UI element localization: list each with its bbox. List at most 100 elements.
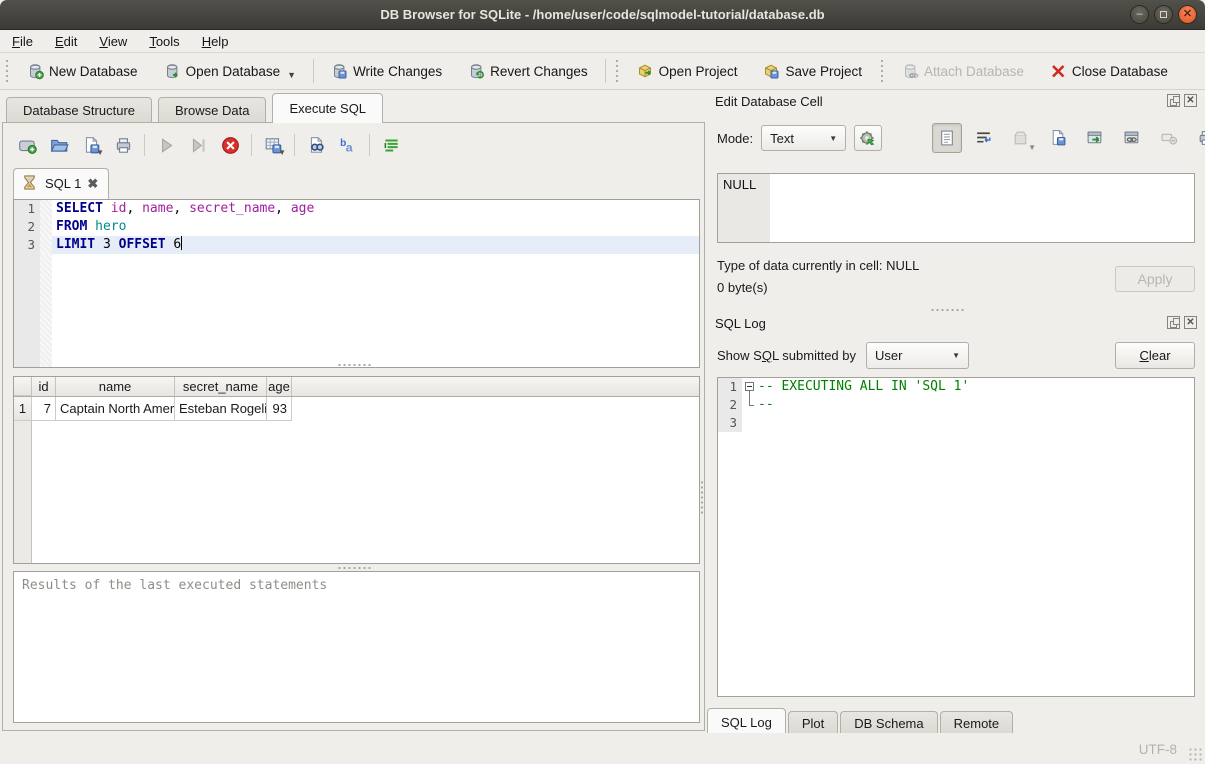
- maximize-button[interactable]: [1154, 5, 1173, 24]
- menu-tools[interactable]: Tools: [149, 34, 179, 49]
- word-wrap-button[interactable]: [969, 123, 999, 153]
- mode-select[interactable]: Text ▼: [761, 125, 846, 151]
- table-row[interactable]: 17Captain North AmericaEsteban Rogelios9…: [14, 397, 699, 421]
- log-filter-select[interactable]: User ▼: [866, 342, 969, 369]
- cell-age[interactable]: 93: [267, 397, 292, 421]
- db-attach-icon: [902, 63, 919, 80]
- toolbar-drag-handle[interactable]: [878, 60, 886, 82]
- menu-view[interactable]: View: [99, 34, 127, 49]
- close-sql-tab-icon[interactable]: ✖: [87, 176, 98, 192]
- attach-database-button: Attach Database: [894, 59, 1032, 84]
- db-new-icon: [27, 63, 44, 80]
- resize-grip[interactable]: [1188, 747, 1202, 761]
- save-project-button[interactable]: Save Project: [755, 59, 870, 84]
- line-number: 2: [718, 396, 742, 414]
- column-header-secret_name[interactable]: secret_name: [175, 377, 267, 396]
- float-panel-icon[interactable]: [1167, 316, 1180, 329]
- line-number: 3: [14, 236, 40, 254]
- apply-settings-button[interactable]: [854, 125, 882, 151]
- right-panel: Edit Database Cell ✕ Mode: Text ▼ ▼ NULL…: [707, 90, 1205, 733]
- tab-execute-sql[interactable]: Execute SQL: [272, 93, 383, 123]
- dropdown-caret-icon[interactable]: ▼: [287, 70, 296, 80]
- column-header-name[interactable]: name: [56, 377, 175, 396]
- text-cursor: [181, 236, 182, 250]
- save-as-button[interactable]: [1043, 123, 1073, 153]
- window-titlebar[interactable]: DB Browser for SQLite - /home/user/code/…: [0, 0, 1205, 30]
- tab-plot[interactable]: Plot: [788, 711, 838, 734]
- tab-sql-log[interactable]: SQL Log: [707, 708, 786, 734]
- tab-new-button[interactable]: [13, 132, 41, 158]
- dropdown-caret-icon[interactable]: ▼: [278, 148, 286, 157]
- column-header-age[interactable]: age: [267, 377, 292, 396]
- sql-tab-label: SQL 1: [45, 176, 81, 191]
- panel-splitter[interactable]: [700, 480, 704, 514]
- results-message-box[interactable]: Results of the last executed statements: [13, 571, 700, 723]
- clear-log-button[interactable]: Clear: [1115, 342, 1195, 369]
- text-mode-button[interactable]: [932, 123, 962, 153]
- close-panel-icon[interactable]: ✕: [1184, 316, 1197, 329]
- cell-link-button[interactable]: [1117, 123, 1147, 153]
- sql-print-button[interactable]: [109, 132, 137, 158]
- float-panel-icon[interactable]: [1167, 94, 1180, 107]
- results-message-splitter[interactable]: [337, 566, 371, 570]
- sql-log-box[interactable]: 1-- EXECUTING ALL IN 'SQL 1'2--3: [717, 377, 1195, 697]
- line-number: 2: [14, 218, 40, 236]
- toolbar-drag-handle[interactable]: [3, 60, 11, 82]
- toolbar-separator: [144, 134, 145, 156]
- results-grid-header: idnamesecret_nameage: [14, 377, 699, 397]
- exec-stop-button[interactable]: [216, 132, 244, 158]
- menu-help[interactable]: Help: [202, 34, 229, 49]
- toolbar-separator: [313, 59, 314, 83]
- editor-results-splitter[interactable]: [337, 363, 371, 367]
- sql-editor-toolbar: ▼ ▼ ba: [13, 132, 405, 158]
- close-database-button[interactable]: Close Database: [1042, 59, 1176, 84]
- tab-remote[interactable]: Remote: [940, 711, 1014, 734]
- close-panel-icon[interactable]: ✕: [1184, 94, 1197, 107]
- menubar: File Edit View Tools Help: [0, 30, 1205, 53]
- toolbar-drag-handle[interactable]: [613, 60, 621, 82]
- menu-edit[interactable]: Edit: [55, 34, 77, 49]
- app-window: DB Browser for SQLite - /home/user/code/…: [0, 0, 1205, 764]
- results-grid[interactable]: idnamesecret_nameage 17Captain North Ame…: [13, 376, 700, 564]
- chevron-down-icon: ▼: [952, 351, 960, 360]
- exec-line-icon: [189, 136, 208, 155]
- sql-save-button[interactable]: ▼: [77, 132, 105, 158]
- replace-icon: ba: [339, 136, 358, 155]
- menu-file[interactable]: File: [12, 34, 33, 49]
- open-project-button[interactable]: Open Project: [629, 59, 746, 84]
- sql-editor[interactable]: 1SELECT id, name, secret_name, age2FROM …: [13, 199, 700, 368]
- cell-value-editor[interactable]: NULL: [717, 173, 1195, 243]
- tab-database-structure[interactable]: Database Structure: [6, 97, 152, 123]
- dock-splitter[interactable]: [930, 308, 964, 312]
- edit-cell-title: Edit Database Cell: [715, 94, 823, 109]
- column-header-id[interactable]: id: [32, 377, 56, 396]
- sql-tab[interactable]: SQL 1 ✖: [13, 168, 109, 199]
- replace-button[interactable]: ba: [334, 132, 362, 158]
- main-tab-bar: Database StructureBrowse DataExecute SQL: [2, 93, 385, 123]
- format-sql-button[interactable]: [377, 132, 405, 158]
- revert-changes-button[interactable]: Revert Changes: [460, 59, 596, 84]
- word-wrap-icon: [975, 129, 993, 147]
- open-external-icon: [1086, 129, 1104, 147]
- tab-browse-data[interactable]: Browse Data: [158, 97, 266, 123]
- new-database-button[interactable]: New Database: [19, 59, 146, 84]
- close-button[interactable]: ✕: [1178, 5, 1197, 24]
- minimize-button[interactable]: –: [1130, 5, 1149, 24]
- open-database-button[interactable]: Open Database▼: [156, 59, 305, 84]
- write-changes-button[interactable]: Write Changes: [323, 59, 450, 84]
- find-button[interactable]: [302, 132, 330, 158]
- statusbar: UTF-8: [0, 733, 1205, 764]
- cell-print-button[interactable]: [1191, 123, 1205, 153]
- fold-collapse-icon[interactable]: [745, 382, 754, 391]
- save-results-button[interactable]: ▼: [259, 132, 287, 158]
- apply-button[interactable]: Apply: [1115, 266, 1195, 292]
- cell-type-line: Type of data currently in cell: NULL: [717, 258, 919, 273]
- tab-db-schema[interactable]: DB Schema: [840, 711, 937, 734]
- cell-secret_name[interactable]: Esteban Rogelios: [175, 397, 267, 421]
- sql-open-button[interactable]: [45, 132, 73, 158]
- row-header[interactable]: 1: [14, 397, 32, 421]
- open-external-button[interactable]: [1080, 123, 1110, 153]
- dropdown-caret-icon[interactable]: ▼: [96, 148, 104, 157]
- cell-name[interactable]: Captain North America: [56, 397, 175, 421]
- cell-id[interactable]: 7: [32, 397, 56, 421]
